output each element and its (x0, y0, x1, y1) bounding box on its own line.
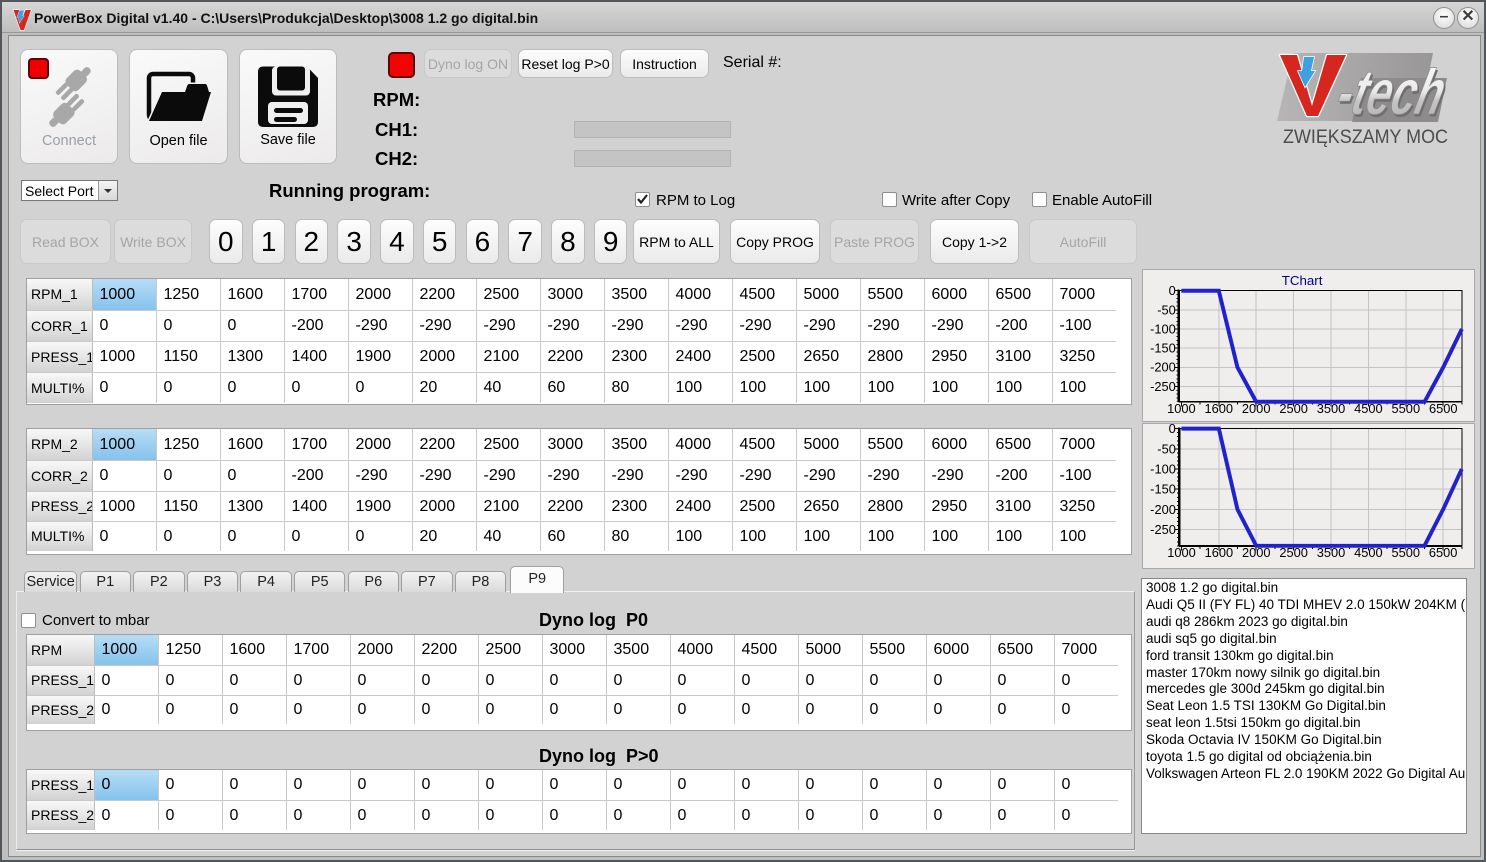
svg-text:2000: 2000 (1242, 401, 1271, 416)
svg-text:0: 0 (1169, 283, 1176, 298)
svg-text:5500: 5500 (1392, 401, 1421, 416)
svg-text:0: 0 (1169, 423, 1176, 436)
svg-text:1600: 1600 (1205, 545, 1234, 560)
svg-text:3500: 3500 (1317, 545, 1346, 560)
svg-text:5500: 5500 (1391, 545, 1420, 560)
svg-text:1000: 1000 (1167, 545, 1196, 560)
svg-text:1000: 1000 (1167, 401, 1196, 416)
svg-text:2500: 2500 (1279, 401, 1308, 416)
svg-text:-200: -200 (1150, 360, 1176, 375)
svg-text:4500: 4500 (1354, 545, 1383, 560)
svg-text:1600: 1600 (1205, 401, 1234, 416)
svg-text:3500: 3500 (1317, 401, 1346, 416)
svg-text:-150: -150 (1150, 341, 1176, 356)
svg-text:-tech: -tech (1331, 56, 1454, 128)
svg-text:4500: 4500 (1354, 401, 1383, 416)
svg-text:-200: -200 (1150, 502, 1176, 517)
svg-text:-50: -50 (1157, 302, 1176, 317)
svg-text:6500: 6500 (1429, 401, 1458, 416)
svg-text:2000: 2000 (1242, 545, 1271, 560)
svg-text:6500: 6500 (1429, 545, 1458, 560)
svg-text:-150: -150 (1150, 482, 1176, 497)
svg-text:TChart: TChart (1282, 273, 1323, 288)
svg-text:-250: -250 (1150, 379, 1176, 394)
svg-text:-100: -100 (1150, 462, 1176, 477)
svg-text:2500: 2500 (1279, 545, 1308, 560)
svg-text:-100: -100 (1150, 321, 1176, 336)
svg-text:-250: -250 (1150, 522, 1176, 537)
svg-text:ZWIĘKSZAMY MOC: ZWIĘKSZAMY MOC (1283, 127, 1448, 148)
svg-text:-50: -50 (1157, 441, 1176, 456)
